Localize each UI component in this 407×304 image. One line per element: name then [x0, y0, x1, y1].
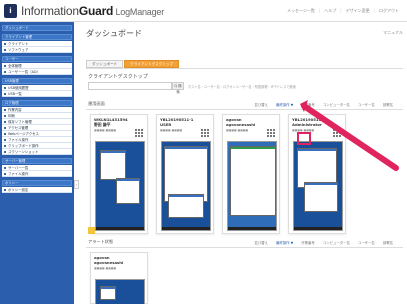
group-title: 運用画面: [88, 101, 105, 106]
sidebar-group: サーバー管理 サーバー一覧 ファイル操作: [2, 158, 72, 177]
bullet-icon: [4, 92, 6, 95]
client-name: agovan agovanesashi: [226, 117, 256, 127]
grid-menu-icon[interactable]: [135, 129, 143, 137]
search-hint: ホスト名・ユーザー名・ログオンユーザー名・所属部署・IPアドレスで検索: [188, 85, 296, 89]
annotation-arrow: [300, 100, 399, 171]
desktop-thumbnail[interactable]: [227, 141, 277, 231]
sort-user-name[interactable]: ユーザー名: [358, 240, 375, 245]
client-meta: ■■■■ ■■■■: [94, 266, 117, 270]
sort-label: 並び替え: [254, 241, 268, 245]
client-card[interactable]: WKLN1L431594 野田 謙平 ■■■■ ■■■■: [90, 114, 148, 234]
app-header: i InformationGuard LogManager メッセージ一覧 | ヘ…: [0, 0, 407, 22]
search-input[interactable]: [88, 82, 172, 90]
client-card[interactable]: agovan agovanesashi ■■■■ ■■■■: [90, 252, 148, 304]
bullet-icon: [4, 166, 6, 169]
grid-menu-icon[interactable]: [201, 129, 209, 137]
client-card[interactable]: agovan agovanesashi ■■■■ ■■■■: [222, 114, 280, 234]
sidebar-group: ポリシー ポリシー設定: [2, 180, 72, 193]
tab-client-desktop[interactable]: クライアントデスクトップ: [124, 60, 180, 68]
bullet-icon: [4, 126, 6, 129]
sidebar-collapse-handle[interactable]: ‹: [74, 180, 79, 189]
manual-link[interactable]: マニュアル: [383, 30, 403, 36]
sidebar-group-header[interactable]: ユーザー: [2, 56, 72, 62]
client-card[interactable]: YBL20190511-1 USER ■■■■ ■■■■: [156, 114, 214, 234]
header-nav: メッセージ一覧 | ヘルプ | デザイン変更 | ログアウト: [287, 8, 399, 14]
bullet-icon: [4, 42, 6, 45]
group-title: アラート状態: [88, 239, 114, 244]
sidebar: ダッシュボードクライアント管理 クライアント ソフトウェア ユーザー 全体管理 ユーザー一…: [0, 22, 74, 304]
sidebar-item[interactable]: USB一覧: [2, 91, 72, 97]
bullet-icon: [4, 188, 6, 191]
tab-dashboard[interactable]: ダッシュボード: [86, 60, 124, 68]
sidebar-item-label: スクリーンショット: [8, 149, 39, 154]
bullet-icon: [4, 172, 6, 175]
client-name: YBL20190511-1 USER: [160, 117, 194, 127]
sidebar-item-label: ユーザー一覧（AD）: [8, 69, 40, 74]
sort-label: 並び替え: [254, 103, 268, 107]
nav-logout-link[interactable]: ログアウト: [379, 8, 399, 14]
page-title: ダッシュボード: [86, 29, 142, 38]
bullet-icon: [4, 86, 6, 89]
sidebar-group-header[interactable]: ログ管理: [2, 100, 72, 106]
add-button[interactable]: [88, 227, 95, 234]
bullet-icon: [4, 114, 6, 117]
desktop-thumbnail[interactable]: [95, 141, 145, 231]
desktop-thumbnail[interactable]: [95, 279, 145, 304]
brand-logo: InformationGuard LogManager: [21, 4, 165, 18]
sidebar-item[interactable]: ポリシー設定: [2, 187, 72, 193]
sidebar-item[interactable]: ユーザー一覧（AD）: [2, 69, 72, 75]
sidebar-group: クライアント管理 クライアント ソフトウェア: [2, 34, 72, 53]
bullet-icon: [4, 144, 6, 147]
sidebar-item-label: ソフトウェア: [8, 47, 29, 52]
bullet-icon: [4, 64, 6, 67]
sidebar-item-label: ポリシー設定: [8, 187, 29, 192]
sidebar-group-header[interactable]: ダッシュボード: [2, 25, 72, 31]
sidebar-group-header[interactable]: クライアント管理: [2, 34, 72, 40]
nav-help-link[interactable]: ヘルプ: [324, 8, 336, 14]
grid-menu-icon[interactable]: [267, 129, 275, 137]
bullet-icon: [4, 138, 6, 141]
sidebar-group: ダッシュボード: [2, 25, 72, 31]
nav-messages-link[interactable]: メッセージ一覧: [287, 8, 315, 14]
client-name: agovan agovanesashi: [94, 255, 124, 265]
sidebar-group-header[interactable]: サーバー管理: [2, 158, 72, 164]
sidebar-group-header[interactable]: USB管理: [2, 78, 72, 84]
tab-bar: ダッシュボード クライアントデスクトップ: [86, 60, 180, 68]
sort-last-operation[interactable]: 最終操作 ▼: [276, 240, 293, 245]
bullet-icon: [4, 120, 6, 123]
sidebar-item-label: ファイル操作: [8, 171, 29, 176]
bullet-icon: [4, 108, 6, 111]
sidebar-group: ユーザー 全体管理 ユーザー一覧（AD）: [2, 56, 72, 75]
sidebar-item-label: USB一覧: [8, 91, 22, 96]
bullet-icon: [4, 70, 6, 73]
bullet-icon: [4, 48, 6, 51]
sort-computer-name[interactable]: コンピューター名: [323, 240, 350, 245]
logo-icon: i: [4, 4, 17, 18]
nav-design-link[interactable]: デザイン変更: [346, 8, 370, 14]
sort-department[interactable]: 部署名: [383, 240, 393, 245]
desktop-thumbnail[interactable]: [161, 141, 211, 231]
sort-work-number[interactable]: 作業番号: [301, 240, 315, 245]
search-button[interactable]: Q 検索: [172, 82, 184, 94]
sort-last-operation[interactable]: 最終操作 ▼: [276, 102, 293, 107]
sidebar-group: USB管理 USB使用履歴 USB一覧: [2, 78, 72, 97]
bullet-icon: [4, 150, 6, 153]
tab-divider: [86, 68, 403, 69]
group-header-alert: アラート状態 並び替え 最終操作 ▼ 作業番号 コンピューター名 ユーザー名 部…: [86, 236, 403, 248]
section-title: クライアントデスクトップ: [88, 74, 148, 80]
bullet-icon: [4, 132, 6, 135]
sidebar-group: ログ管理 作業内容 印刷 保存ソフト管理 アクセス管理 Webページアクセス ファイル操作ク…: [2, 100, 72, 155]
sidebar-item[interactable]: ソフトウェア: [2, 47, 72, 53]
sidebar-item[interactable]: スクリーンショット: [2, 149, 72, 155]
sidebar-group-header[interactable]: ポリシー: [2, 180, 72, 186]
sidebar-item[interactable]: ファイル操作: [2, 171, 72, 177]
client-name: WKLN1L431594 野田 謙平: [94, 117, 128, 127]
